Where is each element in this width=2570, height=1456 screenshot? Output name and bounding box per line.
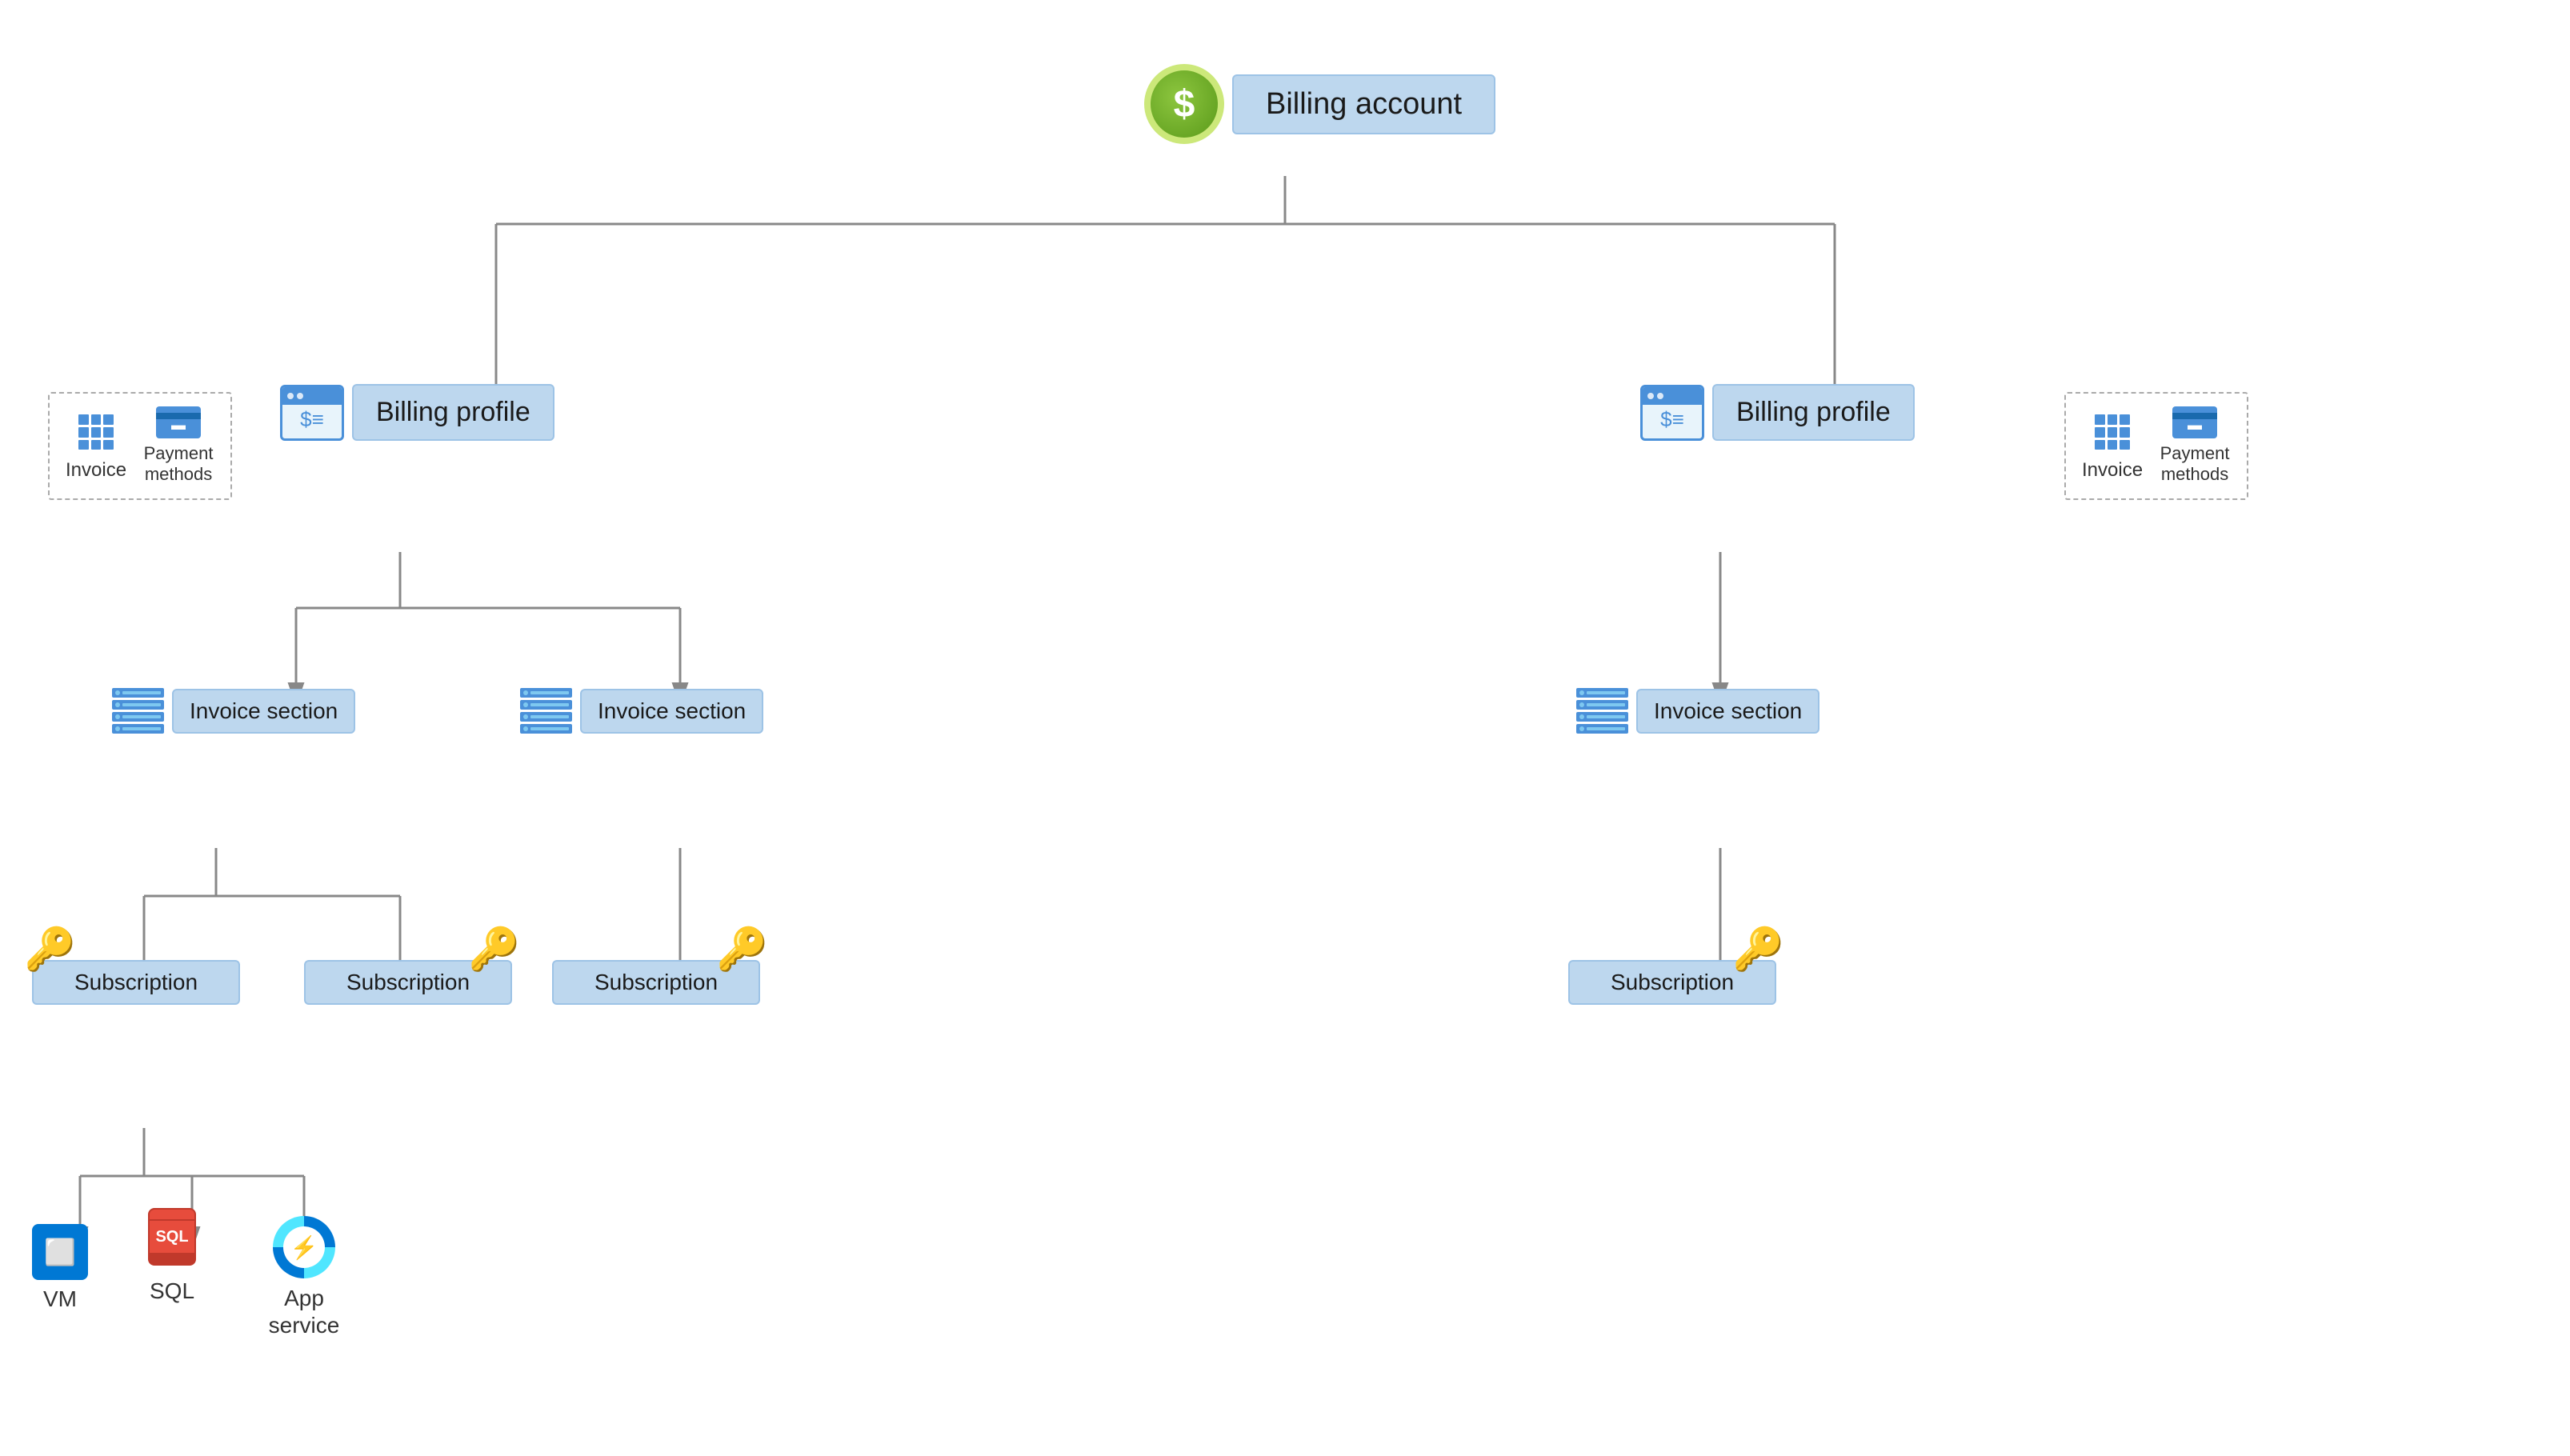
billing-account-label: Billing account <box>1266 87 1462 121</box>
app-service-label: App service <box>264 1285 344 1338</box>
subscription-1-node: 🔑 Subscription <box>32 960 240 1005</box>
subscription-3-label: Subscription <box>594 970 718 994</box>
app-service-icon: ⚡ <box>273 1216 335 1278</box>
subscription-3-node: 🔑 Subscription <box>552 960 760 1005</box>
invoice-section-3-node: Invoice section <box>1576 688 1819 734</box>
billing-account-node: $ Billing account <box>1144 64 1495 144</box>
invoice-section-1-box: Invoice section <box>172 689 355 734</box>
invoice-section-3-box: Invoice section <box>1636 689 1819 734</box>
subscription-2-label: Subscription <box>346 970 470 994</box>
invoice-section-3-label: Invoice section <box>1654 698 1802 723</box>
app-service-node: ⚡ App service <box>264 1216 344 1338</box>
vm-icon: ⬜ <box>32 1224 88 1280</box>
subscription-4-label: Subscription <box>1611 970 1734 994</box>
sql-label: SQL <box>150 1278 194 1304</box>
vm-node: ⬜ VM <box>32 1224 88 1312</box>
invoice-section-2-label: Invoice section <box>598 698 746 723</box>
subscription-1-label: Subscription <box>74 970 198 994</box>
invoice-section-1-node: Invoice section <box>112 688 355 734</box>
billing-profile-right-icon: $≡ <box>1640 385 1704 441</box>
invoice-section-2-icon <box>520 688 572 734</box>
subscription-4-key-icon: 🔑 <box>1732 925 1784 974</box>
subscription-4-node: 🔑 Subscription <box>1568 960 1776 1005</box>
subscription-1-key-icon: 🔑 <box>24 925 76 974</box>
billing-profile-left-icon: $≡ <box>280 385 344 441</box>
invoice-section-2-box: Invoice section <box>580 689 763 734</box>
right-dashed-box: Invoice ▬ Payment methods <box>2064 392 2248 500</box>
diagram-container: $ Billing account $≡ Billing profile <box>0 0 2570 1456</box>
billing-profile-right-label: Billing profile <box>1736 397 1891 427</box>
sql-node: SQL SQL <box>144 1208 200 1304</box>
invoice-section-2-node: Invoice section <box>520 688 763 734</box>
billing-profile-left-box: Billing profile <box>352 384 554 441</box>
billing-profile-right-box: Billing profile <box>1712 384 1915 441</box>
subscription-3-key-icon: 🔑 <box>716 925 768 974</box>
invoice-section-1-label: Invoice section <box>190 698 338 723</box>
left-payment-icon: ▬ <box>156 406 201 438</box>
invoice-section-3-icon <box>1576 688 1628 734</box>
vm-label: VM <box>43 1286 77 1312</box>
right-payment-icon: ▬ <box>2172 406 2217 438</box>
billing-profile-left-label: Billing profile <box>376 397 530 427</box>
left-payment-label: Payment methods <box>142 443 214 486</box>
billing-account-icon: $ <box>1144 64 1224 144</box>
sql-icon: SQL <box>144 1208 200 1272</box>
subscription-2-key-icon: 🔑 <box>468 925 520 974</box>
left-dashed-box: Invoice ▬ Payment methods <box>48 392 232 500</box>
right-invoice-label: Invoice <box>2082 459 2143 482</box>
invoice-section-1-icon <box>112 688 164 734</box>
billing-profile-right-node: $≡ Billing profile <box>1640 384 1915 441</box>
left-invoice-icon <box>74 410 118 454</box>
right-invoice-icon <box>2090 410 2135 454</box>
connection-lines <box>0 0 2570 1456</box>
billing-profile-left-node: $≡ Billing profile <box>280 384 554 441</box>
left-invoice-label: Invoice <box>66 459 126 482</box>
subscription-2-node: 🔑 Subscription <box>304 960 512 1005</box>
billing-account-box: Billing account <box>1232 74 1495 134</box>
right-payment-label: Payment methods <box>2159 443 2231 486</box>
